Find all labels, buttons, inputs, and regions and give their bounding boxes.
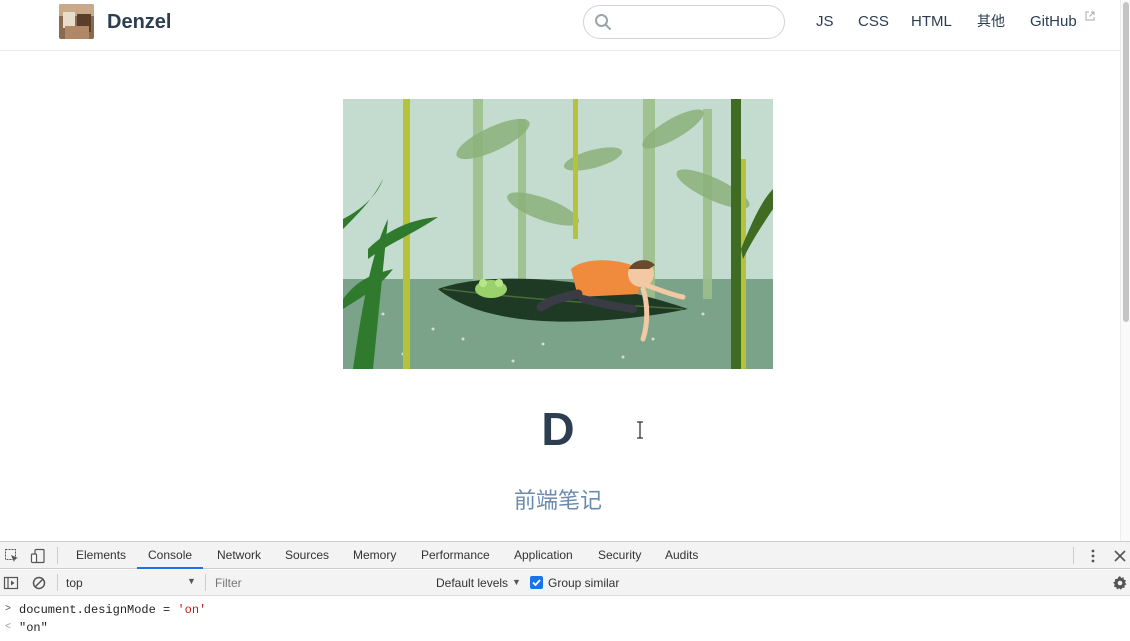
log-levels-dropdown[interactable]: Default levels xyxy=(436,576,508,591)
text-cursor-icon xyxy=(637,421,643,439)
page-scrollbar[interactable] xyxy=(1120,0,1130,541)
console-input-code: document.designMode = xyxy=(19,603,178,617)
nav-link-html[interactable]: HTML xyxy=(911,13,952,31)
console-input-line: > document.designMode = 'on' xyxy=(0,601,1130,619)
group-similar-label[interactable]: Group similar xyxy=(548,576,619,591)
tab-security[interactable]: Security xyxy=(598,542,641,569)
devtools-tabbar: Elements Console Network Sources Memory … xyxy=(0,542,1130,569)
inspect-element-icon[interactable] xyxy=(4,548,20,564)
console-result-line: < "on" xyxy=(0,619,1130,637)
tab-performance[interactable]: Performance xyxy=(421,542,490,569)
nav-link-github[interactable]: GitHub xyxy=(1030,13,1077,31)
tab-application[interactable]: Application xyxy=(514,542,573,569)
console-result-value: "on" xyxy=(19,621,48,635)
top-navbar: Denzel JS CSS HTML 其他 GitHub xyxy=(0,0,1130,51)
chevron-left-icon: < xyxy=(5,622,12,633)
chevron-down-icon[interactable]: ▼ xyxy=(187,576,196,586)
chevron-down-icon[interactable]: ▼ xyxy=(512,577,521,587)
devtools-separator xyxy=(1073,547,1074,564)
devtools-separator xyxy=(57,547,58,564)
devtools-separator xyxy=(57,574,58,591)
tab-console[interactable]: Console xyxy=(137,542,204,569)
hero-title: D xyxy=(541,403,575,455)
show-sidebar-icon[interactable] xyxy=(3,575,19,591)
nav-link-other[interactable]: 其他 xyxy=(977,13,1005,31)
external-link-icon xyxy=(1085,11,1095,21)
console-output[interactable]: > document.designMode = 'on' < "on" xyxy=(0,597,1130,641)
checkmark-icon xyxy=(532,579,541,587)
nav-links: JS CSS HTML 其他 GitHub xyxy=(0,0,1130,44)
tab-sources[interactable]: Sources xyxy=(285,542,329,569)
tab-elements[interactable]: Elements xyxy=(76,542,126,569)
device-toolbar-icon[interactable] xyxy=(30,548,46,564)
console-toolbar: top ▼ Default levels ▼ Group similar xyxy=(0,570,1130,596)
page-scrollbar-thumb[interactable] xyxy=(1123,2,1129,322)
tab-audits[interactable]: Audits xyxy=(665,542,698,569)
chevron-right-icon: > xyxy=(5,604,12,615)
tab-memory[interactable]: Memory xyxy=(353,542,396,569)
more-options-icon[interactable] xyxy=(1085,548,1101,564)
nav-link-js[interactable]: JS xyxy=(816,13,834,31)
console-input-string: 'on' xyxy=(177,603,207,617)
close-icon[interactable] xyxy=(1112,548,1128,564)
devtools-separator xyxy=(205,574,206,591)
context-select[interactable]: top xyxy=(66,576,198,591)
hero-image xyxy=(343,99,773,369)
clear-console-icon[interactable] xyxy=(31,575,47,591)
devtools-panel: Elements Console Network Sources Memory … xyxy=(0,541,1130,641)
tab-network[interactable]: Network xyxy=(217,542,261,569)
gear-icon[interactable] xyxy=(1112,575,1128,591)
group-similar-checkbox[interactable] xyxy=(530,576,543,589)
hero-description: 前端笔记 xyxy=(513,489,602,514)
filter-input[interactable] xyxy=(215,575,415,591)
nav-link-css[interactable]: CSS xyxy=(858,13,889,31)
